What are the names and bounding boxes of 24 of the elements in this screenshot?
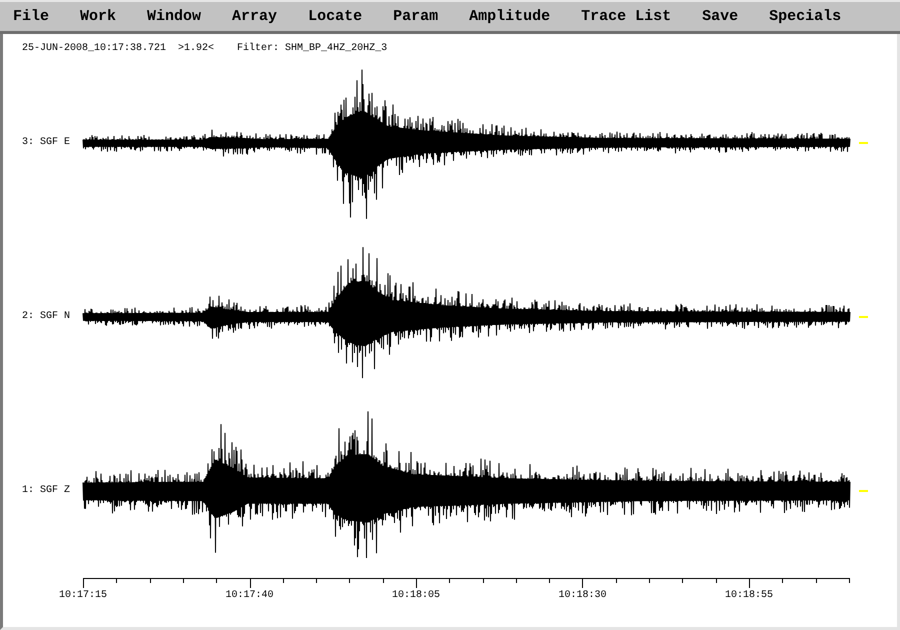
menu-item[interactable]: Window	[147, 6, 202, 28]
zoom-factor-text: >1.92<	[178, 43, 214, 55]
tick-label: 10:17:15	[59, 590, 107, 602]
dash-marker-icon	[859, 316, 868, 318]
dash-marker-icon	[859, 490, 868, 492]
menu-item[interactable]: Specials	[769, 6, 842, 28]
tick-label: 10:18:05	[392, 590, 440, 602]
menu-item[interactable]: Amplitude	[469, 6, 550, 28]
trace-label: 2: SGF N	[22, 311, 72, 323]
trace-label: 3: SGF E	[22, 137, 72, 149]
menu-item[interactable]: Locate	[308, 6, 362, 28]
menu-item[interactable]: Array	[232, 6, 278, 28]
timestamp-text: 25-JUN-2008_10:17:38.721	[22, 43, 166, 55]
filter-text: Filter: SHM_BP_4HZ_20HZ_3	[237, 43, 388, 55]
menu-item[interactable]: Param	[393, 6, 438, 28]
dash-marker-icon	[859, 142, 868, 144]
menu-item[interactable]: File	[13, 6, 50, 28]
tick-label: 10:18:30	[558, 590, 606, 602]
menu-item[interactable]: Save	[702, 6, 738, 28]
tick-label: 10:18:55	[725, 590, 773, 602]
trace-label: 1: SGF Z	[22, 485, 72, 497]
tick-label: 10:17:40	[226, 590, 274, 602]
menu-item[interactable]: Work	[80, 6, 116, 28]
menu-item[interactable]: Trace List	[581, 6, 672, 28]
